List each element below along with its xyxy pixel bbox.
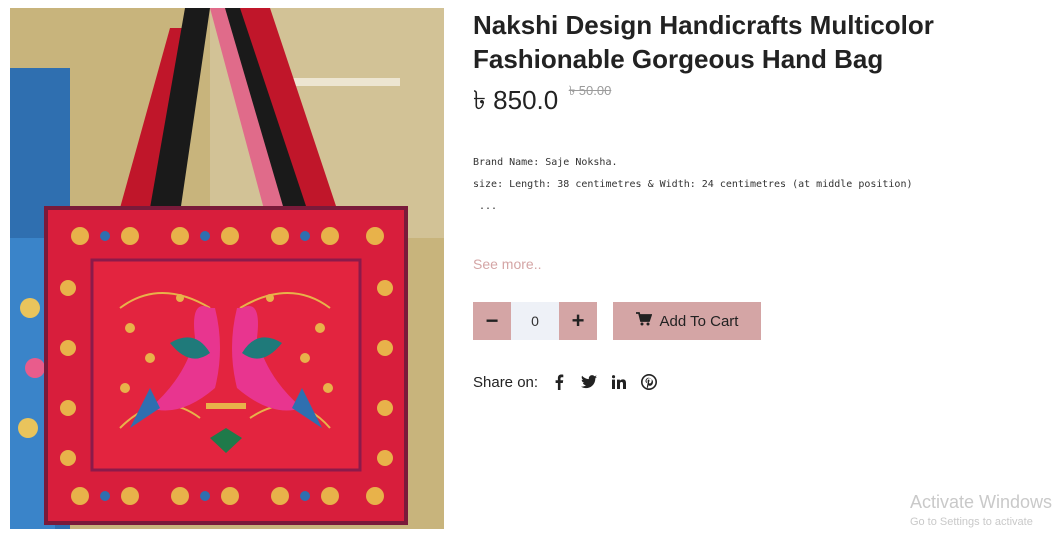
add-to-cart-button[interactable]: Add To Cart: [613, 302, 761, 340]
quantity-input[interactable]: [511, 302, 559, 340]
description-line: size: Length: 38 centimetres & Width: 24…: [473, 179, 913, 190]
pinterest-icon[interactable]: [640, 373, 658, 391]
add-to-cart-label: Add To Cart: [659, 312, 739, 330]
product-title: Nakshi Design Handicrafts Multicolor Fas…: [473, 10, 934, 74]
handbag-photo: [10, 8, 444, 529]
product-info: Nakshi Design Handicrafts Multicolor Fas…: [473, 0, 1053, 534]
share-row: Share on:: [473, 373, 658, 391]
share-label: Share on:: [473, 373, 539, 391]
linkedin-icon[interactable]: [610, 373, 628, 391]
decrease-quantity-button[interactable]: −: [473, 302, 511, 340]
product-old-price: ৳ 50.00: [568, 83, 612, 98]
watermark-title: Activate Windows: [909, 492, 1052, 512]
description-line: ...: [473, 201, 498, 212]
twitter-icon[interactable]: [580, 373, 598, 391]
activate-windows-watermark: Activate Windows Go to Settings to activ…: [910, 492, 1052, 528]
product-price: ৳ 850.0: [473, 85, 559, 115]
description-line: Brand Name: Saje Noksha.: [473, 157, 618, 168]
watermark-subtitle: Go to Settings to activate: [909, 516, 1033, 528]
product-image: [10, 8, 444, 529]
increase-quantity-button[interactable]: +: [559, 302, 597, 340]
shopping-cart-icon: [635, 312, 652, 330]
see-more-link[interactable]: See more..: [473, 256, 541, 272]
product-description: Brand Name: Saje Noksha. size: Length: 3…: [473, 152, 1053, 218]
facebook-icon[interactable]: [550, 373, 568, 391]
price-row: ৳ 850.0 ৳ 50.00: [473, 80, 611, 124]
quantity-and-cart-row: − + Add To Cart: [473, 302, 761, 340]
